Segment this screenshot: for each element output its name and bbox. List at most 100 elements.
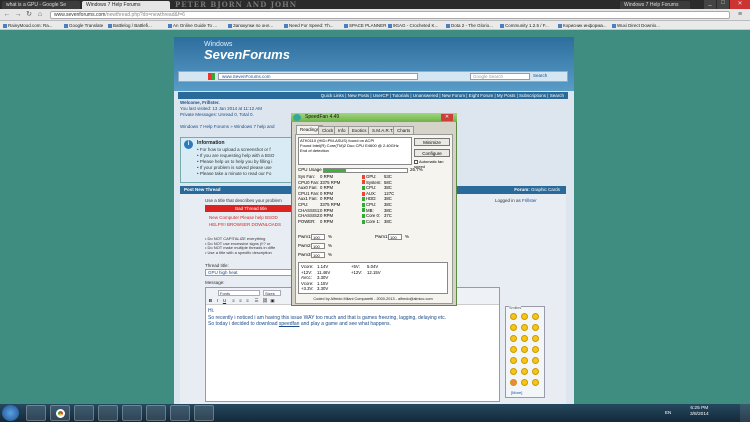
temp-row: Core 1: 38C	[362, 219, 394, 225]
reload-icon[interactable]: ↻	[25, 11, 33, 19]
bookmark-item[interactable]: Запокупки по онл...	[228, 23, 273, 28]
show-desktop-button[interactable]	[740, 404, 750, 422]
taskbar-app[interactable]	[74, 405, 94, 421]
smiley-icon[interactable]	[532, 313, 539, 320]
smiley-icon[interactable]	[521, 324, 528, 331]
smiley-icon[interactable]	[532, 324, 539, 331]
more-smilies-link[interactable]: [More]	[511, 390, 522, 395]
pwm1-input[interactable]: 100	[311, 234, 325, 240]
taskbar-chrome[interactable]	[50, 405, 70, 421]
bookmark-item[interactable]: Google Translate	[64, 23, 103, 28]
system-clock[interactable]: 6:25 PM 3/8/2014	[690, 406, 709, 418]
minimize-window-button[interactable]: _	[704, 0, 716, 9]
align-center-icon[interactable]: ≡	[238, 298, 243, 303]
pwm3-input[interactable]: 100	[311, 252, 325, 258]
smilies-label: Smilies	[509, 306, 522, 310]
italic-icon[interactable]: I	[215, 298, 220, 303]
address-bar[interactable]: www.sevenforums.com/newthread.php?do=new…	[50, 11, 730, 19]
smiley-icon[interactable]	[510, 357, 517, 364]
bookmark-item[interactable]: Wuxi Direct Downlo...	[612, 23, 660, 28]
site-logo[interactable]: SevenForums	[204, 47, 290, 62]
smiley-icon[interactable]	[510, 313, 517, 320]
private-messages-link[interactable]: Private Messages: Unread 0, Total 0.	[180, 112, 262, 118]
list-icon[interactable]: ☰	[254, 298, 259, 303]
configure-button[interactable]: Configure	[414, 149, 450, 157]
breadcrumb[interactable]: Windows 7 Help Forums » Windows 7 help a…	[180, 124, 275, 129]
bookmark-item[interactable]: Need For Speed: Th...	[284, 23, 333, 28]
information-box: i Information • For how to upload a scre…	[180, 137, 292, 183]
smiley-icon[interactable]	[521, 335, 528, 342]
check-icon	[362, 197, 365, 202]
menu-icon[interactable]: ≡	[736, 11, 744, 19]
size-dropdown[interactable]: Sizes	[263, 290, 281, 296]
user-link[interactable]: Frillster	[522, 198, 537, 203]
smiley-icon[interactable]	[510, 379, 517, 386]
taskbar-speedfan[interactable]	[194, 405, 214, 421]
taskbar-app[interactable]	[122, 405, 142, 421]
minimize-button[interactable]: Minimize	[414, 138, 450, 146]
tab-charts[interactable]: Charts	[393, 126, 415, 134]
smiley-icon[interactable]	[510, 346, 517, 353]
taskbar-explorer[interactable]	[26, 405, 46, 421]
taskbar-app[interactable]	[98, 405, 118, 421]
pwm1b-input[interactable]: 100	[388, 234, 402, 240]
bookmark-item[interactable]: Dota 2 - The Glorio...	[446, 23, 493, 28]
smiley-icon[interactable]	[521, 346, 528, 353]
smiley-icon[interactable]	[521, 379, 528, 386]
tab-windows-7-help-active[interactable]: Windows 7 Help Forums	[82, 1, 170, 9]
bookmark-item[interactable]: Корисник информа...	[558, 23, 607, 28]
back-icon[interactable]: ←	[3, 11, 11, 19]
pwm1-control: Pwm1:	[298, 234, 312, 239]
smiley-icon[interactable]	[532, 357, 539, 364]
align-right-icon[interactable]: ≡	[245, 298, 250, 303]
smiley-icon[interactable]	[510, 324, 517, 331]
smiley-icon[interactable]	[532, 346, 539, 353]
home-icon[interactable]: ⌂	[36, 11, 44, 19]
google-search-input[interactable]: Google Search	[470, 73, 530, 80]
underline-icon[interactable]: U	[222, 298, 227, 303]
welcome-block: Welcome, Frillster. You last visited: 13…	[180, 100, 262, 118]
smiley-icon[interactable]	[521, 313, 528, 320]
bookmark-item[interactable]: RainyMood.com: Ra...	[3, 23, 53, 28]
close-window-button[interactable]: ✕	[730, 0, 750, 9]
image-icon[interactable]: ▣	[270, 298, 275, 303]
taskbar-app[interactable]	[170, 405, 190, 421]
thread-title-input[interactable]: GPU high heat	[205, 269, 293, 276]
check-icon	[362, 219, 365, 224]
site-address-field[interactable]: www.SevenForums.com	[218, 73, 418, 80]
message-body[interactable]: Hi. So recently i noticed i am having th…	[208, 308, 498, 328]
smiley-icon[interactable]	[521, 357, 528, 364]
forum-indicator: Forum: Graphic Cards	[514, 187, 560, 192]
bold-icon[interactable]: B	[208, 298, 213, 303]
search-button[interactable]: Search	[533, 73, 547, 78]
forum-link[interactable]: Graphic Cards	[531, 187, 560, 192]
forward-icon[interactable]: →	[14, 11, 22, 19]
bookmark-item[interactable]: An Online Guide To ...	[168, 23, 217, 28]
start-button[interactable]	[2, 405, 19, 421]
tab-google-search[interactable]: what is a GPU - Google Se	[2, 1, 80, 9]
language-indicator[interactable]: EN	[665, 410, 671, 415]
smiley-icon[interactable]	[521, 368, 528, 375]
tab-windows-7-help[interactable]: Windows 7 Help Forums	[620, 1, 690, 9]
pwm1-percent: %	[328, 234, 333, 239]
pwm2-input[interactable]: 100	[311, 243, 325, 249]
speedfan-link[interactable]: speedfan	[279, 321, 300, 327]
bookmark-item[interactable]: SPACE PLANNER	[344, 23, 386, 28]
taskbar-app[interactable]	[146, 405, 166, 421]
bookmark-item[interactable]: Community 1.2.5 / F...	[500, 23, 549, 28]
bookmark-favicon	[284, 23, 288, 28]
smiley-icon[interactable]	[510, 335, 517, 342]
smiley-icon[interactable]	[510, 368, 517, 375]
smiley-icon[interactable]	[532, 379, 539, 386]
bookmark-item[interactable]: 9GAG - Crocheted K...	[388, 23, 438, 28]
link-icon[interactable]: ⛓	[262, 298, 268, 303]
forum-nav-links[interactable]: Quick Links | New Posts | UserCP | Tutor…	[178, 92, 568, 99]
pwm2-control: Pwm2:	[298, 243, 312, 248]
maximize-window-button[interactable]: □	[717, 0, 729, 9]
font-dropdown[interactable]: Fonts	[218, 290, 260, 296]
speedfan-close-button[interactable]: ✕	[441, 114, 453, 121]
smiley-icon[interactable]	[532, 368, 539, 375]
smiley-icon[interactable]	[532, 335, 539, 342]
bookmark-item[interactable]: Battlelog / Battlefi...	[108, 23, 152, 28]
align-left-icon[interactable]: ≡	[231, 298, 236, 303]
